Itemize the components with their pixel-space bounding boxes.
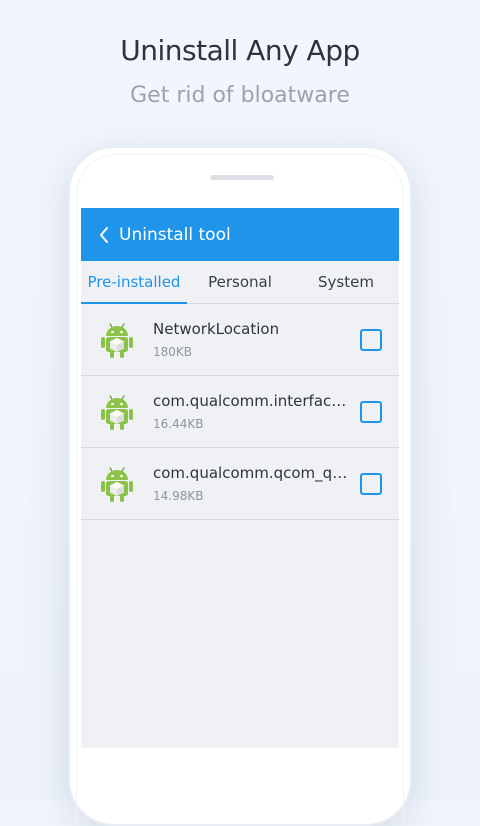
tab-bar: Pre-installed Personal System <box>81 261 399 304</box>
promo-subtitle: Get rid of bloatware <box>130 83 350 108</box>
chevron-left-icon[interactable] <box>89 208 119 261</box>
app-screen: Uninstall tool Pre-installed Personal Sy… <box>81 208 399 748</box>
tab-pre-installed[interactable]: Pre-installed <box>81 261 187 304</box>
phone-speaker <box>210 175 274 180</box>
android-package-icon <box>97 320 137 360</box>
tab-label: Pre-installed <box>87 273 181 291</box>
app-text: com.qualcomm.interfacepermissions 16.44K… <box>153 392 350 431</box>
select-checkbox[interactable] <box>360 472 382 495</box>
android-package-icon <box>97 464 137 504</box>
list-item[interactable]: com.qualcomm.qcom_qmi 14.98KB <box>81 448 399 520</box>
app-name: com.qualcomm.interfacepermissions <box>153 392 349 410</box>
tab-label: Personal <box>208 273 272 291</box>
tab-label: System <box>318 273 374 291</box>
app-bar: Uninstall tool <box>81 208 399 261</box>
list-item[interactable]: NetworkLocation 180KB <box>81 304 399 376</box>
list-item[interactable]: com.qualcomm.interfacepermissions 16.44K… <box>81 376 399 448</box>
app-name: com.qualcomm.qcom_qmi <box>153 464 349 482</box>
app-bar-title: Uninstall tool <box>119 224 231 245</box>
app-list: NetworkLocation 180KB com.qualcomm.inter… <box>81 304 399 520</box>
tab-system[interactable]: System <box>293 261 399 303</box>
app-size: 180KB <box>153 345 193 359</box>
app-text: com.qualcomm.qcom_qmi 14.98KB <box>153 464 350 503</box>
promo-title: Uninstall Any App <box>120 34 360 67</box>
app-name: NetworkLocation <box>153 320 280 338</box>
select-checkbox[interactable] <box>360 328 382 351</box>
app-size: 14.98KB <box>153 489 204 503</box>
app-size: 16.44KB <box>153 417 204 431</box>
app-text: NetworkLocation 180KB <box>153 320 350 359</box>
tab-personal[interactable]: Personal <box>187 261 293 303</box>
android-package-icon <box>97 392 137 432</box>
select-checkbox[interactable] <box>360 400 382 423</box>
